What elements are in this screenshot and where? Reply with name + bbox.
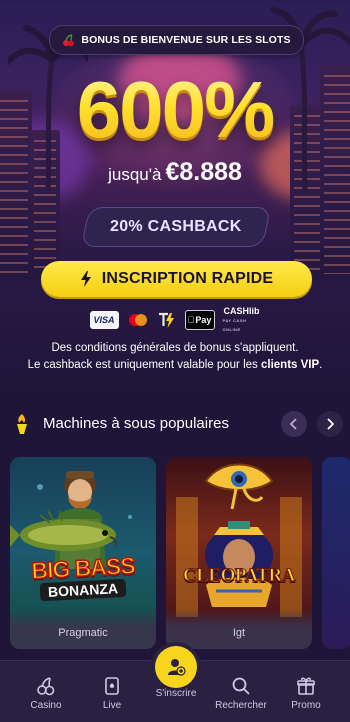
gift-icon <box>297 677 315 695</box>
visa-logo: VISA <box>89 311 119 329</box>
nav-signup-button[interactable] <box>155 646 197 688</box>
bonanza-title: BONANZA <box>39 578 127 602</box>
bonus-max-amount: jusqu'à €8.888 <box>0 158 350 187</box>
welcome-bonus-banner: BONUS DE BIENVENUE SUR LES SLOTS <box>49 25 304 55</box>
upto-amount: €8.888 <box>165 158 242 186</box>
cherry-icon <box>37 677 55 696</box>
welcome-bonus-text: BONUS DE BIENVENUE SUR LES SLOTS <box>81 34 291 46</box>
big-bass-logo: BIG BASS BONANZA <box>10 552 156 602</box>
payment-methods: VISA Pay CASHlib PAY CASH ONLINE <box>0 305 350 332</box>
nav-search-label: Rechercher <box>215 700 267 711</box>
game-provider: Igt <box>166 609 312 649</box>
cashback-label: 20% CASHBACK <box>110 218 242 235</box>
vip-clients-text: clients VIP <box>260 359 320 371</box>
search-icon <box>232 677 250 695</box>
game-card-cleopatra[interactable]: CLEOPATRA Igt <box>166 457 312 649</box>
carousel-prev-button[interactable] <box>281 411 307 437</box>
game-card-partial[interactable] <box>322 457 350 649</box>
chevron-left-icon <box>290 418 297 430</box>
terms-line-2: Le cashback est uniquement valable pour … <box>27 359 323 371</box>
torch-icon <box>17 414 27 434</box>
quick-signup-button[interactable]: INSCRIPTION RAPIDE <box>41 261 312 297</box>
terms-line-1: Des conditions générales de bonus s'appl… <box>51 342 299 354</box>
nav-search[interactable]: Rechercher <box>211 661 271 711</box>
cashback-badge: 20% CASHBACK <box>80 207 272 247</box>
cashlib-logo: CASHlib PAY CASH ONLINE <box>222 305 260 332</box>
game-card-big-bass-bonanza[interactable]: BIG BASS BONANZA Pragmatic <box>10 457 156 649</box>
nav-promo-label: Promo <box>291 700 321 711</box>
nav-live[interactable]: Live <box>82 661 142 711</box>
quick-signup-label: INSCRIPTION RAPIDE <box>101 270 274 287</box>
section-title: Machines à sous populaires <box>43 415 229 432</box>
upto-prefix: jusqu'à <box>108 165 162 184</box>
nav-casino[interactable]: Casino <box>16 661 76 711</box>
cleopatra-logo: CLEOPATRA <box>183 565 296 587</box>
chevron-right-icon <box>327 418 334 430</box>
bonus-percentage: 600% <box>0 66 350 154</box>
mastercard-logo <box>127 311 149 329</box>
add-user-icon <box>168 659 186 676</box>
nav-signup-label: S'inscrire <box>155 688 197 699</box>
nav-casino-label: Casino <box>30 700 62 711</box>
cherry-icon <box>63 33 75 46</box>
lightning-icon <box>80 271 91 287</box>
nav-promo[interactable]: Promo <box>276 661 336 711</box>
carousel-next-button[interactable] <box>317 411 343 437</box>
bonus-terms: Des conditions générales de bonus s'appl… <box>20 340 330 374</box>
game-provider: Pragmatic <box>10 609 156 649</box>
popular-slots-header: Machines à sous populaires <box>0 410 350 438</box>
tether-bolt-logo <box>157 311 177 329</box>
cards-icon <box>105 677 119 695</box>
nav-live-label: Live <box>102 700 122 711</box>
apple-pay-logo: Pay <box>184 310 215 330</box>
